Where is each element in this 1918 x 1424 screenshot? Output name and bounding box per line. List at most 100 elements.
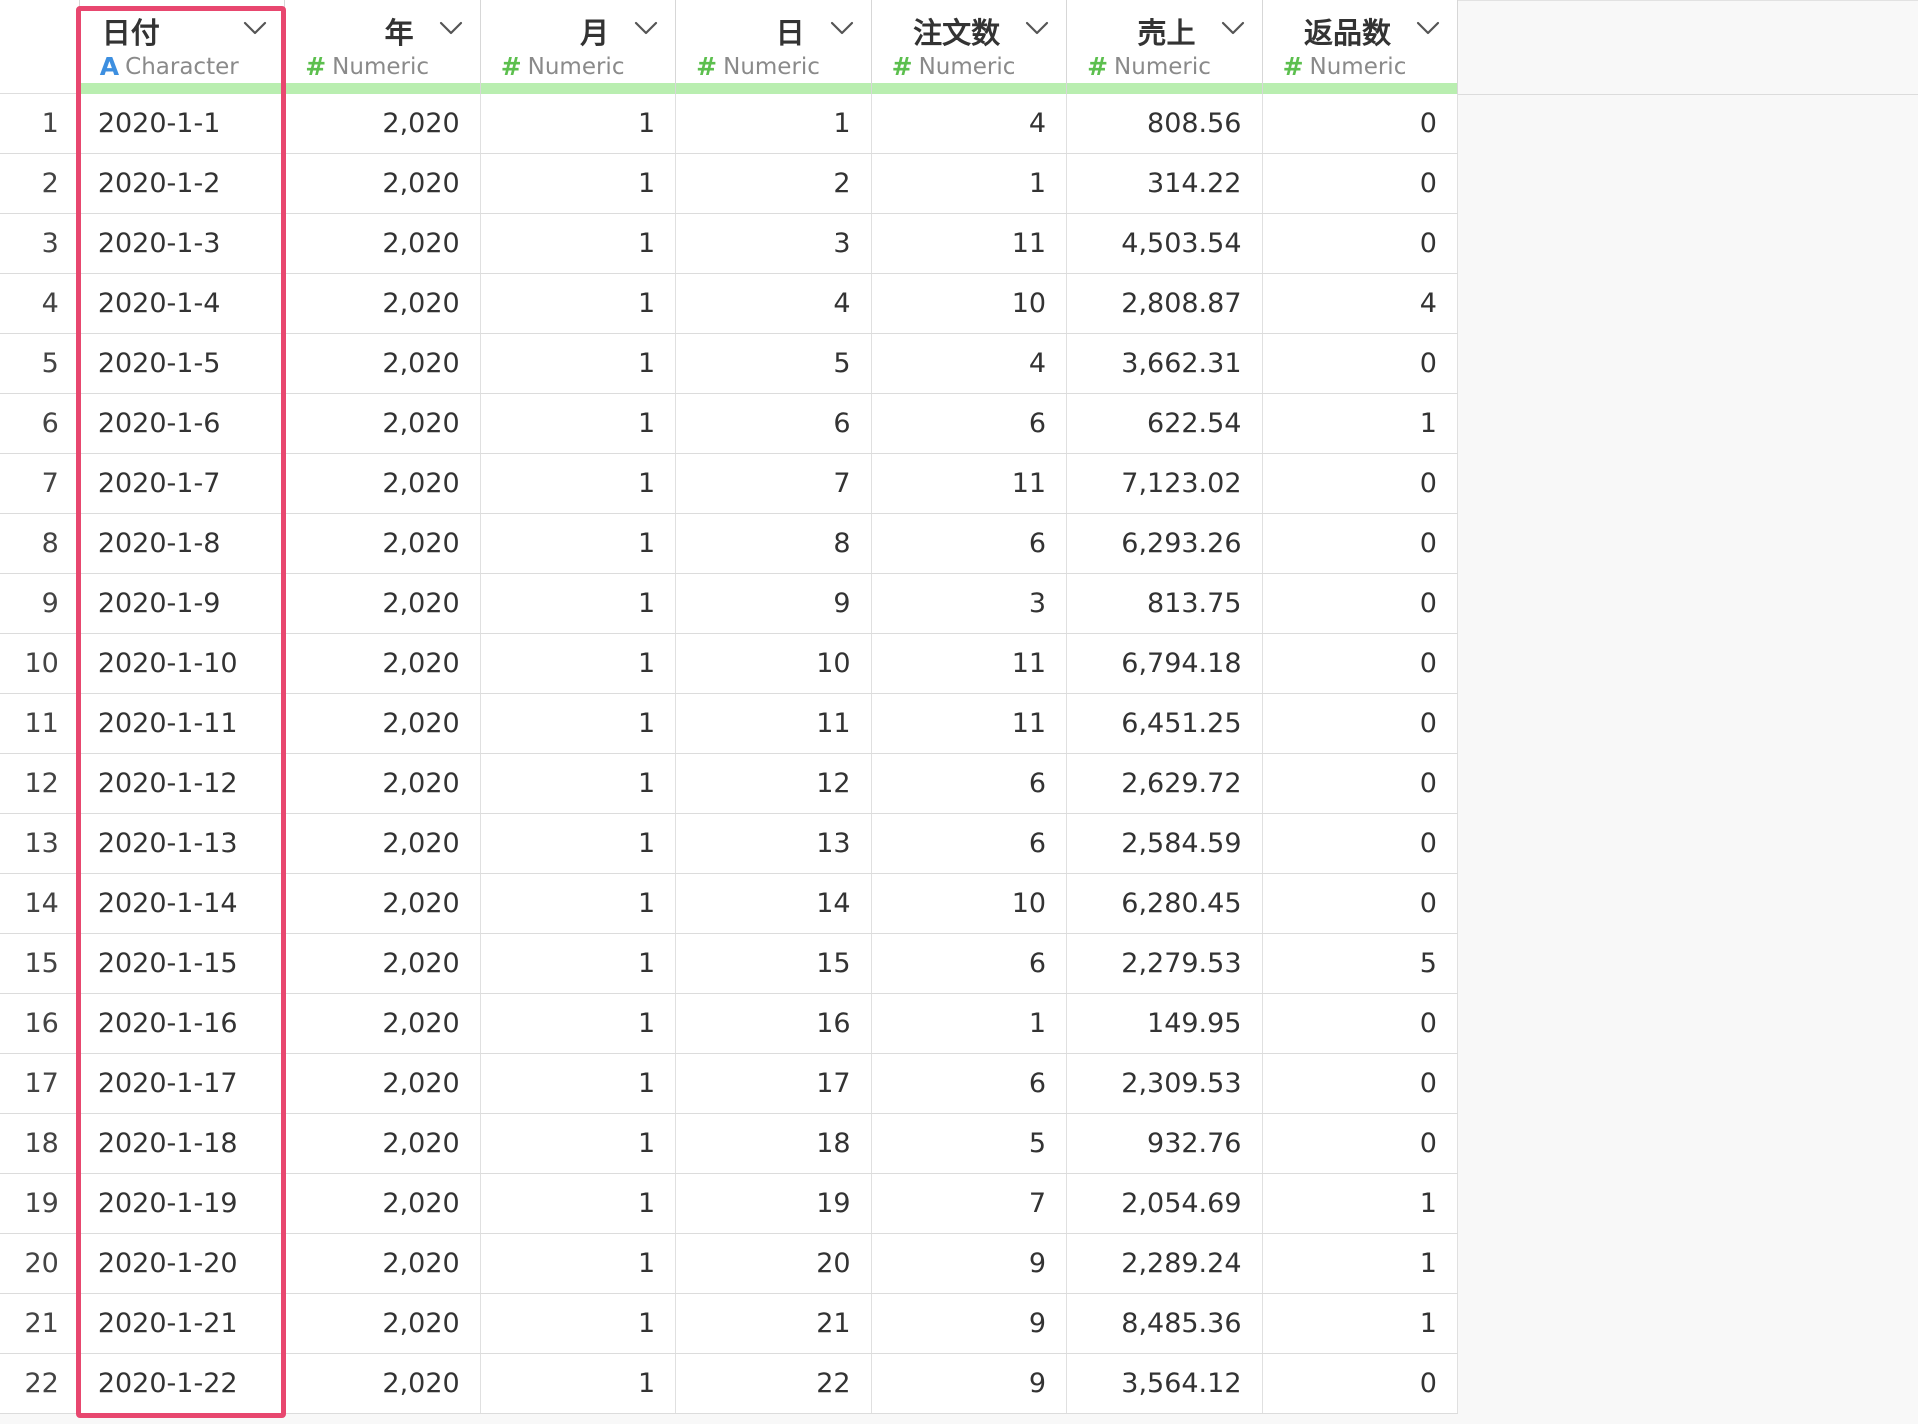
- table-cell[interactable]: 17: [676, 1054, 872, 1113]
- table-cell[interactable]: 2,020: [285, 694, 481, 753]
- table-cell[interactable]: 0: [1263, 94, 1458, 153]
- chevron-down-icon[interactable]: [242, 18, 268, 38]
- table-cell[interactable]: 6,451.25: [1067, 694, 1263, 753]
- table-cell[interactable]: 3,662.31: [1067, 334, 1263, 393]
- table-cell[interactable]: 0: [1263, 1354, 1458, 1413]
- table-cell[interactable]: 1: [481, 214, 677, 273]
- table-cell[interactable]: 6,794.18: [1067, 634, 1263, 693]
- table-cell[interactable]: 9: [872, 1294, 1068, 1353]
- table-cell[interactable]: 2,309.53: [1067, 1054, 1263, 1113]
- table-cell[interactable]: 1: [481, 334, 677, 393]
- table-cell[interactable]: 2,020: [285, 754, 481, 813]
- table-cell[interactable]: 1: [1263, 394, 1458, 453]
- table-cell[interactable]: 20: [676, 1234, 872, 1293]
- table-cell[interactable]: 9: [872, 1234, 1068, 1293]
- table-cell[interactable]: 2,020: [285, 574, 481, 633]
- table-cell[interactable]: 2020-1-18: [80, 1114, 286, 1173]
- table-cell[interactable]: 2020-1-15: [80, 934, 286, 993]
- table-cell[interactable]: 2,020: [285, 994, 481, 1053]
- table-cell[interactable]: 2020-1-22: [80, 1354, 286, 1413]
- table-cell[interactable]: 0: [1263, 214, 1458, 273]
- table-cell[interactable]: 808.56: [1067, 94, 1263, 153]
- table-cell[interactable]: 0: [1263, 154, 1458, 213]
- table-cell[interactable]: 2,020: [285, 874, 481, 933]
- chevron-down-icon[interactable]: [633, 18, 659, 38]
- table-cell[interactable]: 2020-1-17: [80, 1054, 286, 1113]
- table-cell[interactable]: 2020-1-9: [80, 574, 286, 633]
- table-cell[interactable]: 2020-1-1: [80, 94, 286, 153]
- table-row[interactable]: 10 2020-1-10 2,020 1 10 11 6,794.18 0: [0, 634, 1458, 694]
- table-row[interactable]: 13 2020-1-13 2,020 1 13 6 2,584.59 0: [0, 814, 1458, 874]
- table-row[interactable]: 3 2020-1-3 2,020 1 3 11 4,503.54 0: [0, 214, 1458, 274]
- table-cell[interactable]: 7: [872, 1174, 1068, 1233]
- table-cell[interactable]: 6: [872, 934, 1068, 993]
- table-cell[interactable]: 2020-1-5: [80, 334, 286, 393]
- table-cell[interactable]: 3,564.12: [1067, 1354, 1263, 1413]
- table-row[interactable]: 11 2020-1-11 2,020 1 11 11 6,451.25 0: [0, 694, 1458, 754]
- table-cell[interactable]: 2020-1-19: [80, 1174, 286, 1233]
- table-cell[interactable]: 0: [1263, 574, 1458, 633]
- chevron-down-icon[interactable]: [1415, 18, 1441, 38]
- table-cell[interactable]: 11: [872, 214, 1068, 273]
- table-cell[interactable]: 6: [676, 394, 872, 453]
- table-cell[interactable]: 1: [481, 154, 677, 213]
- table-cell[interactable]: 314.22: [1067, 154, 1263, 213]
- table-cell[interactable]: 1: [481, 994, 677, 1053]
- column-header-1[interactable]: 日付 A Character: [79, 0, 286, 94]
- table-cell[interactable]: 149.95: [1067, 994, 1263, 1053]
- table-cell[interactable]: 1: [481, 874, 677, 933]
- table-cell[interactable]: 1: [481, 814, 677, 873]
- table-cell[interactable]: 22: [676, 1354, 872, 1413]
- table-row[interactable]: 15 2020-1-15 2,020 1 15 6 2,279.53 5: [0, 934, 1458, 994]
- table-cell[interactable]: 0: [1263, 454, 1458, 513]
- table-cell[interactable]: 7: [676, 454, 872, 513]
- table-cell[interactable]: 813.75: [1067, 574, 1263, 633]
- table-cell[interactable]: 1: [1263, 1174, 1458, 1233]
- table-cell[interactable]: 0: [1263, 334, 1458, 393]
- table-cell[interactable]: 15: [676, 934, 872, 993]
- table-row[interactable]: 8 2020-1-8 2,020 1 8 6 6,293.26 0: [0, 514, 1458, 574]
- table-cell[interactable]: 0: [1263, 754, 1458, 813]
- table-row[interactable]: 7 2020-1-7 2,020 1 7 11 7,123.02 0: [0, 454, 1458, 514]
- table-cell[interactable]: 6,293.26: [1067, 514, 1263, 573]
- table-cell[interactable]: 8,485.36: [1067, 1294, 1263, 1353]
- table-cell[interactable]: 2: [676, 154, 872, 213]
- table-row[interactable]: 20 2020-1-20 2,020 1 20 9 2,289.24 1: [0, 1234, 1458, 1294]
- table-row[interactable]: 9 2020-1-9 2,020 1 9 3 813.75 0: [0, 574, 1458, 634]
- table-cell[interactable]: 2020-1-13: [80, 814, 286, 873]
- table-cell[interactable]: 6: [872, 514, 1068, 573]
- table-cell[interactable]: 2,020: [285, 334, 481, 393]
- table-cell[interactable]: 12: [676, 754, 872, 813]
- table-cell[interactable]: 1: [481, 1114, 677, 1173]
- table-cell[interactable]: 0: [1263, 1114, 1458, 1173]
- table-cell[interactable]: 1: [481, 1234, 677, 1293]
- table-cell[interactable]: 4,503.54: [1067, 214, 1263, 273]
- table-cell[interactable]: 1: [481, 634, 677, 693]
- table-cell[interactable]: 2,020: [285, 1114, 481, 1173]
- table-cell[interactable]: 2,584.59: [1067, 814, 1263, 873]
- table-cell[interactable]: 2,020: [285, 1294, 481, 1353]
- table-cell[interactable]: 2,279.53: [1067, 934, 1263, 993]
- table-cell[interactable]: 10: [676, 634, 872, 693]
- table-cell[interactable]: 1: [481, 934, 677, 993]
- table-cell[interactable]: 2,020: [285, 814, 481, 873]
- table-row[interactable]: 17 2020-1-17 2,020 1 17 6 2,309.53 0: [0, 1054, 1458, 1114]
- table-cell[interactable]: 11: [676, 694, 872, 753]
- column-header-3[interactable]: 月 # Numeric: [480, 0, 677, 94]
- table-row[interactable]: 14 2020-1-14 2,020 1 14 10 6,280.45 0: [0, 874, 1458, 934]
- table-cell[interactable]: 0: [1263, 994, 1458, 1053]
- table-cell[interactable]: 622.54: [1067, 394, 1263, 453]
- column-header-6[interactable]: 売上 # Numeric: [1067, 0, 1263, 94]
- table-cell[interactable]: 4: [872, 94, 1068, 153]
- table-row[interactable]: 21 2020-1-21 2,020 1 21 9 8,485.36 1: [0, 1294, 1458, 1354]
- table-cell[interactable]: 5: [1263, 934, 1458, 993]
- table-cell[interactable]: 1: [676, 94, 872, 153]
- table-cell[interactable]: 2,289.24: [1067, 1234, 1263, 1293]
- table-cell[interactable]: 11: [872, 694, 1068, 753]
- table-cell[interactable]: 2020-1-7: [80, 454, 286, 513]
- table-row[interactable]: 12 2020-1-12 2,020 1 12 6 2,629.72 0: [0, 754, 1458, 814]
- table-cell[interactable]: 10: [872, 274, 1068, 333]
- table-cell[interactable]: 2,020: [285, 94, 481, 153]
- table-cell[interactable]: 1: [481, 1054, 677, 1113]
- table-cell[interactable]: 1: [481, 1174, 677, 1233]
